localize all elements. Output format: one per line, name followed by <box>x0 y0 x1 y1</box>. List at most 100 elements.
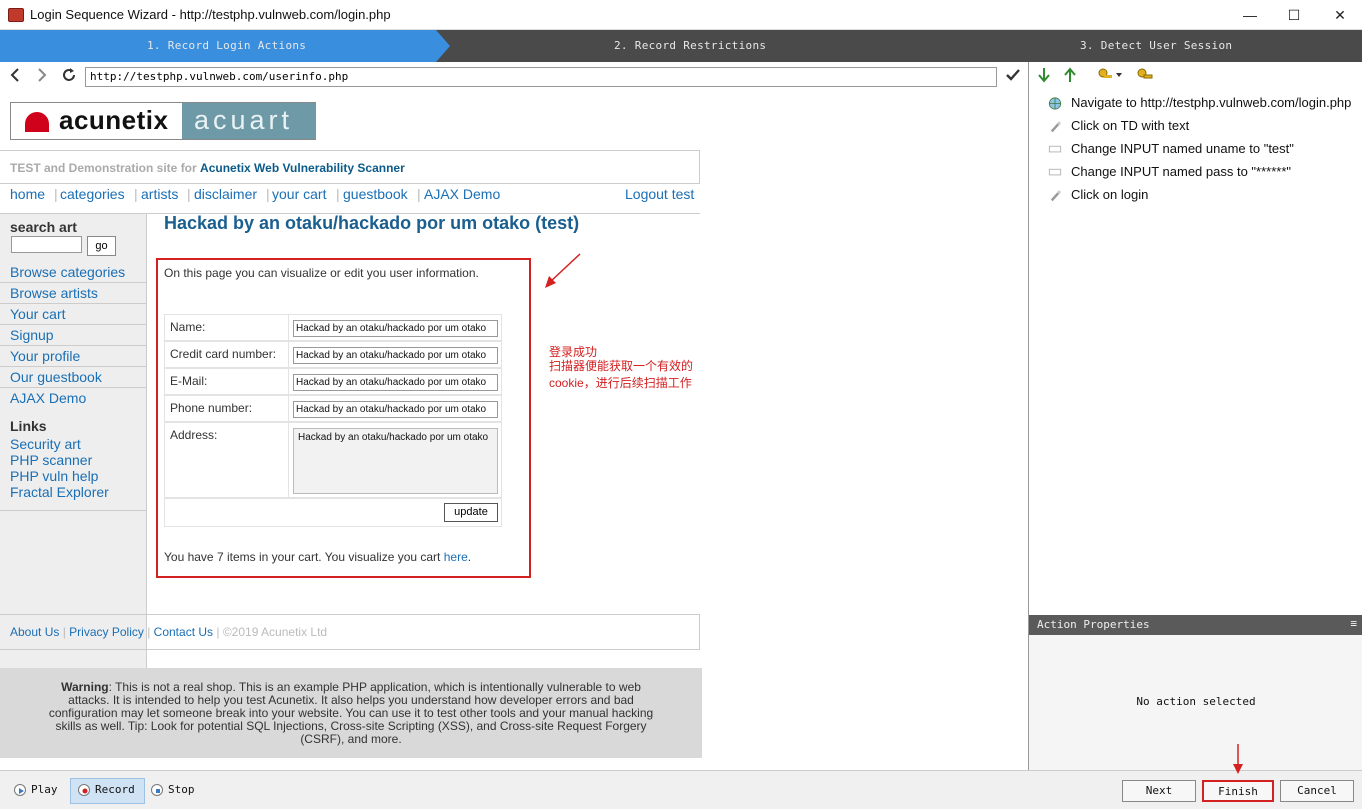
stop-icon <box>151 784 163 796</box>
step-3-label: 3. Detect User Session <box>1080 39 1233 52</box>
sidebar-signup[interactable]: Signup <box>0 325 146 346</box>
bottom-bar: Play Record Stop Next Finish Cancel <box>0 770 1362 809</box>
next-button[interactable]: Next <box>1122 780 1196 802</box>
address-label: Address: <box>170 428 218 442</box>
globe-icon <box>1048 97 1062 110</box>
credit-card-label: Credit card number: <box>170 347 277 361</box>
move-up-icon[interactable] <box>1063 67 1077 87</box>
phone-field[interactable]: Hackad by an otaku/hackado por um otako <box>293 401 498 418</box>
nav-disclaimer[interactable]: disclaimer <box>194 186 257 202</box>
search-art-label: search art <box>10 219 77 235</box>
move-down-icon[interactable] <box>1037 67 1051 87</box>
window-title: Login Sequence Wizard - http://testphp.v… <box>30 7 391 22</box>
web-page: acunetix acuart TEST and Demonstration s… <box>0 92 702 769</box>
click-icon <box>1050 121 1061 133</box>
window-titlebar: Login Sequence Wizard - http://testphp.v… <box>0 0 1362 30</box>
site-footer: About Us | Privacy Policy | Contact Us |… <box>0 614 700 650</box>
step-1-label: 1. Record Login Actions <box>147 39 307 52</box>
acunetix-logo-icon <box>25 112 49 132</box>
cart-text: You have 7 items in your cart. You visua… <box>164 550 441 564</box>
footer-contact-us[interactable]: Contact Us <box>154 625 213 639</box>
logout-link[interactable]: Logout test <box>625 186 694 202</box>
link-php-vuln-help[interactable]: PHP vuln help <box>10 468 98 484</box>
nav-home[interactable]: home <box>10 186 45 202</box>
top-navigation: home | categories | artists | disclaimer… <box>0 184 700 214</box>
minimize-button[interactable]: — <box>1235 4 1265 26</box>
form-row-phone: Phone number: Hackad by an otaku/hackado… <box>164 395 502 422</box>
url-input[interactable]: http://testphp.vulnweb.com/userinfo.php <box>85 67 997 87</box>
search-go-button[interactable]: go <box>87 236 116 256</box>
site-logo[interactable]: acunetix acuart <box>10 102 316 140</box>
tagline-prefix: TEST and Demonstration site for <box>10 161 197 175</box>
credit-card-field[interactable]: Hackad by an otaku/hackado por um otako <box>293 347 498 364</box>
finish-button[interactable]: Finish <box>1202 780 1274 802</box>
record-icon <box>78 784 90 796</box>
warning-label: Warning <box>61 680 109 694</box>
nav-ajax-demo[interactable]: AJAX Demo <box>424 186 500 202</box>
sidebar-our-guestbook[interactable]: Our guestbook <box>0 367 146 388</box>
play-button[interactable]: Play <box>14 779 58 803</box>
tagline-link[interactable]: Acunetix Web Vulnerability Scanner <box>200 161 405 175</box>
nav-categories[interactable]: categories <box>60 186 125 202</box>
sidebar-ajax-demo[interactable]: AJAX Demo <box>0 388 146 409</box>
input-icon <box>1048 168 1062 176</box>
phone-label: Phone number: <box>170 401 253 415</box>
name-field[interactable]: Hackad by an otaku/hackado por um otako <box>293 320 498 337</box>
nav-artists[interactable]: artists <box>141 186 178 202</box>
page-title: Hackad by an otaku/hackado por um otako … <box>164 213 580 233</box>
form-row-credit-card: Credit card number: Hackad by an otaku/h… <box>164 341 502 368</box>
click-icon <box>1050 190 1061 202</box>
update-button[interactable]: update <box>444 503 498 522</box>
footer-privacy-policy[interactable]: Privacy Policy <box>69 625 144 639</box>
actions-panel: Navigate to http://testphp.vulnweb.com/l… <box>1028 62 1362 770</box>
checkmark-icon[interactable] <box>1004 67 1022 88</box>
key-icon[interactable] <box>1136 67 1154 87</box>
nav-your-cart[interactable]: your cart <box>272 186 326 202</box>
link-security-art[interactable]: Security art <box>10 436 81 452</box>
actions-toolbar <box>1029 62 1362 92</box>
app-icon <box>8 8 24 22</box>
warning-text: : This is not a real shop. This is an ex… <box>48 680 654 746</box>
email-label: E-Mail: <box>170 374 208 388</box>
logo-acunetix-text: acunetix <box>59 105 169 135</box>
wizard-steps: 1. Record Login Actions 2. Record Restri… <box>0 30 1362 62</box>
add-action-icon[interactable] <box>1096 67 1124 87</box>
close-button[interactable]: ✕ <box>1325 4 1355 26</box>
record-button[interactable]: Record <box>70 778 145 804</box>
chevron-left-icon[interactable] <box>6 67 24 88</box>
site-tagline: TEST and Demonstration site for Acunetix… <box>0 150 700 184</box>
play-icon <box>14 784 26 796</box>
no-action-message: No action selected <box>1136 695 1256 708</box>
name-label: Name: <box>170 320 206 334</box>
logo-acuart-text: acuart <box>194 105 294 135</box>
step-2-label: 2. Record Restrictions <box>614 39 767 52</box>
cart-here-link[interactable]: here <box>444 550 468 564</box>
link-php-scanner[interactable]: PHP scanner <box>10 452 92 468</box>
link-fractal-explorer[interactable]: Fractal Explorer <box>10 484 109 500</box>
input-icon <box>1048 145 1062 153</box>
form-row-name: Name: Hackad by an otaku/hackado por um … <box>164 314 502 341</box>
search-input[interactable] <box>11 236 82 253</box>
footer-about-us[interactable]: About Us <box>10 625 59 639</box>
refresh-icon[interactable] <box>60 67 78 88</box>
menu-icon[interactable]: ≡ <box>1350 617 1357 630</box>
action-properties-body: No action selected <box>1029 635 1362 770</box>
sidebar-your-cart[interactable]: Your cart <box>0 304 146 325</box>
annotation-arrow-icon <box>545 253 581 288</box>
cart-info: You have 7 items in your cart. You visua… <box>164 550 472 564</box>
email-field[interactable]: Hackad by an otaku/hackado por um otako <box>293 374 498 391</box>
action-properties-header: Action Properties ≡ <box>1029 615 1362 635</box>
chevron-right-icon[interactable] <box>33 67 51 88</box>
address-textarea[interactable]: Hackad by an otaku/hackado por um otako <box>293 428 498 494</box>
sidebar-browse-categories[interactable]: Browse categories <box>0 262 146 283</box>
sidebar-your-profile[interactable]: Your profile <box>0 346 146 367</box>
sidebar-browse-artists[interactable]: Browse artists <box>0 283 146 304</box>
stop-button[interactable]: Stop <box>151 779 195 803</box>
cancel-button[interactable]: Cancel <box>1280 780 1354 802</box>
intro-text: On this page you can visualize or edit y… <box>164 266 479 280</box>
form-row-email: E-Mail: Hackad by an otaku/hackado por u… <box>164 368 502 395</box>
maximize-button[interactable]: ☐ <box>1279 4 1309 26</box>
browser-toolbar: http://testphp.vulnweb.com/userinfo.php <box>0 62 1028 92</box>
footer-copyright: ©2019 Acunetix Ltd <box>222 625 328 639</box>
nav-guestbook[interactable]: guestbook <box>343 186 408 202</box>
